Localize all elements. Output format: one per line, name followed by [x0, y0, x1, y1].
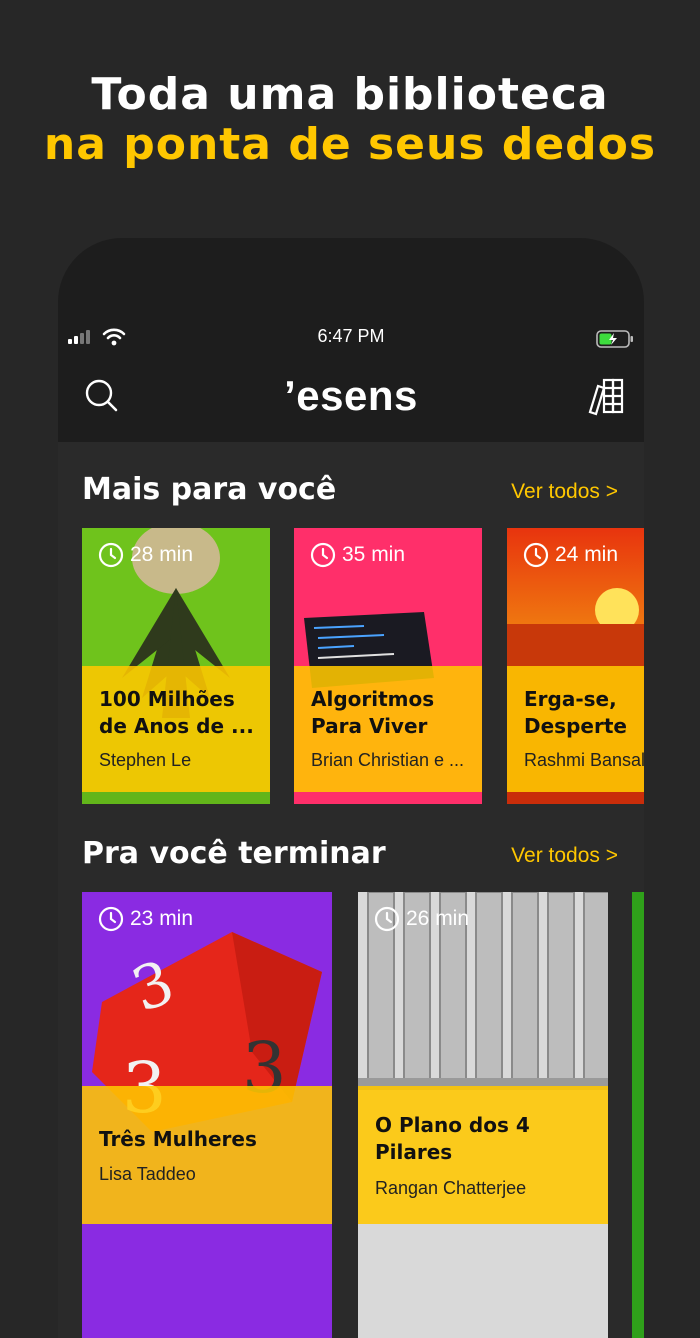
book-title: Erga-se, Desperte [524, 687, 627, 738]
card-bottom-strip [507, 792, 644, 804]
home-content: Mais para você Ver todos > 28 min 100 Mi… [58, 442, 644, 1338]
book-card-algoritmos[interactable]: 35 min Algoritmos Para Viver Brian Chris… [294, 528, 482, 804]
status-time: 6:47 PM [317, 326, 385, 346]
clock-icon [98, 542, 124, 568]
book-card-100-milhoes[interactable]: 28 min 100 Milhões de Anos de ... Stephe… [82, 528, 270, 804]
duration-label: 35 min [310, 542, 405, 568]
book-card-plano-4-pilares[interactable]: 26 min O Plano dos 4 Pilares Rangan Chat… [358, 892, 608, 1338]
app-logo: ’esens [284, 372, 418, 419]
card-bottom-strip [294, 792, 482, 804]
book-card-erga-se[interactable]: 24 min Erga-se, Desperte Rashmi Bansal [507, 528, 644, 804]
battery-charging-icon [596, 330, 633, 348]
duration-text: 28 min [130, 543, 194, 566]
book-title: Três Mulheres [99, 1127, 257, 1151]
section-title-more-for-you: Mais para você [82, 472, 337, 507]
book-author: Stephen Le [99, 750, 192, 770]
headline-line-2: na ponta de seus dedos [43, 119, 657, 170]
book-title: 100 Milhões de Anos de ... [99, 687, 254, 738]
book-title: O Plano dos 4 Pilares [375, 1113, 530, 1164]
card-bottom-strip [82, 792, 270, 804]
section-title-to-finish: Pra você terminar [82, 836, 386, 871]
duration-text: 35 min [342, 543, 406, 566]
duration-label: 23 min [98, 906, 193, 932]
headline-line-1: Toda uma biblioteca [91, 69, 609, 120]
status-bar: 6:47 PM [58, 322, 644, 352]
book-card-next-partial[interactable] [632, 892, 644, 1338]
app-bar: ’esens [58, 366, 644, 426]
duration-text: 26 min [406, 907, 470, 930]
clock-icon [98, 906, 124, 932]
phone-frame: 6:47 PM ’esens Mais para você Ver todos … [58, 238, 644, 1338]
see-all-more-for-you-link[interactable]: Ver todos > [511, 480, 618, 504]
book-title: Algoritmos Para Viver [311, 687, 435, 738]
clock-icon [374, 906, 400, 932]
book-author: Rashmi Bansal [524, 750, 644, 770]
library-books-icon[interactable] [586, 376, 626, 416]
book-card-tres-mulheres[interactable]: 3 3 3 23 min Três Mulheres Lisa Taddeo [82, 892, 332, 1338]
duration-text: 23 min [130, 907, 194, 930]
book-author: Lisa Taddeo [99, 1164, 196, 1184]
duration-label: 26 min [374, 906, 469, 932]
clock-icon [310, 542, 336, 568]
book-author: Rangan Chatterjee [375, 1178, 527, 1198]
duration-label: 28 min [98, 542, 193, 568]
see-all-to-finish-link[interactable]: Ver todos > [511, 844, 618, 868]
book-author: Brian Christian e ... [311, 750, 465, 770]
clock-icon [523, 542, 549, 568]
duration-text: 24 min [555, 543, 619, 566]
card-info-band [82, 1086, 332, 1224]
duration-label: 24 min [523, 542, 618, 568]
